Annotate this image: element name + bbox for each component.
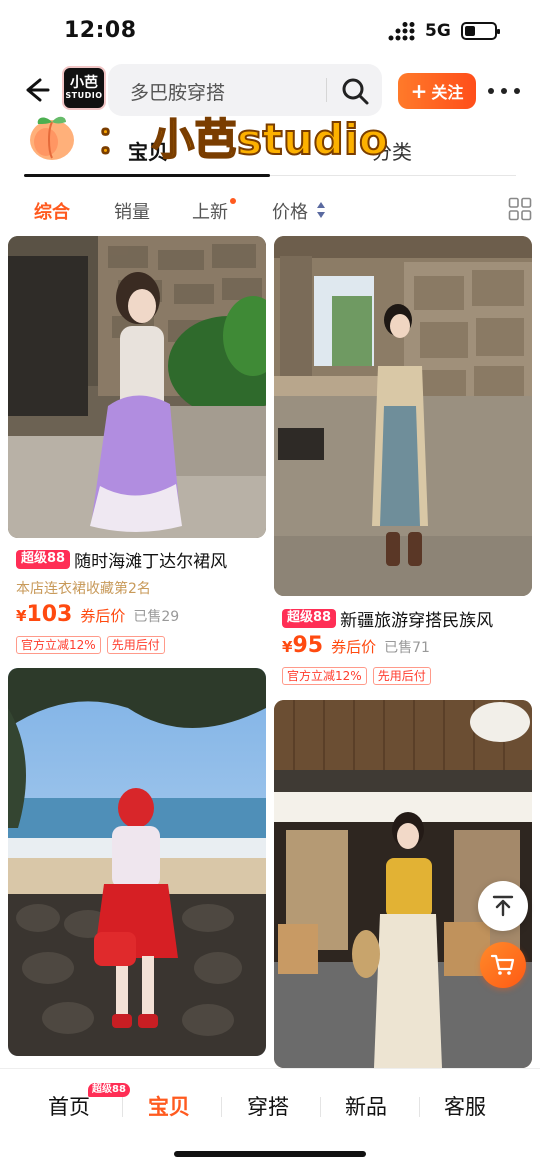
discount-tag: 官方立减12% xyxy=(282,667,367,686)
new-dot xyxy=(230,198,236,204)
search-divider xyxy=(326,78,327,102)
nav-separator xyxy=(221,1097,222,1117)
nav-separator xyxy=(419,1097,420,1117)
pay-later-tag: 先用后付 xyxy=(106,636,165,655)
product-ranking: 本店连衣裙收藏第2名 xyxy=(16,581,151,597)
product-title: 随时海滩丁达尔裙风 xyxy=(74,552,228,572)
price-row: ¥ 95 券后价 已售71 xyxy=(282,633,430,658)
sold-count: 已售71 xyxy=(384,640,430,656)
product-image[interactable] xyxy=(274,236,532,596)
back-icon[interactable] xyxy=(20,74,52,106)
tags-row: 官方立减12% 先用后付 xyxy=(282,667,431,686)
sort-new-label: 上新 xyxy=(192,202,228,223)
tab-items[interactable]: 宝贝 xyxy=(128,136,168,165)
price-row: ¥ 103 券后价 已售29 xyxy=(16,602,179,627)
signal-icon xyxy=(388,22,415,41)
sort-bar: 综合 销量 上新 价格 xyxy=(0,188,540,232)
tab-category[interactable]: 分类 xyxy=(372,136,412,165)
plus-icon: + xyxy=(410,79,428,103)
nav-items[interactable]: 宝贝 xyxy=(148,1091,190,1121)
discount-tag: 官方立减12% xyxy=(16,636,101,655)
grid-view-icon[interactable] xyxy=(508,197,532,221)
search-icon[interactable] xyxy=(340,76,370,106)
shop-logo[interactable]: 小芭 STUDIO xyxy=(62,66,106,110)
battery-icon xyxy=(461,22,500,40)
sort-price[interactable]: 价格 xyxy=(272,198,308,224)
follow-button[interactable]: + 关注 xyxy=(398,73,476,109)
cart-button[interactable] xyxy=(480,942,526,988)
product-title-row: 超级88 随时海滩丁达尔裙风 xyxy=(16,547,227,572)
home-indicator xyxy=(174,1151,366,1157)
price-label: 券后价 xyxy=(331,638,377,656)
currency: ¥ xyxy=(16,607,27,625)
pay-later-tag: 先用后付 xyxy=(372,667,431,686)
price: 103 xyxy=(26,602,73,627)
nav-customer-service[interactable]: 客服 xyxy=(444,1091,486,1121)
sort-new[interactable]: 上新 xyxy=(192,198,236,224)
promo-badge: 超级88 xyxy=(282,609,337,628)
tags-row: 官方立减12% 先用后付 xyxy=(16,636,165,655)
more-icon[interactable] xyxy=(488,78,520,104)
back-to-top-button[interactable] xyxy=(478,881,528,931)
product-photo xyxy=(8,236,266,538)
product-image[interactable] xyxy=(8,668,266,1056)
nav-home[interactable]: 首页 xyxy=(48,1091,90,1121)
nav-promo-badge: 超级88 xyxy=(88,1083,130,1097)
nav-new-arrivals[interactable]: 新品 xyxy=(345,1091,387,1121)
status-time: 12:08 xyxy=(64,18,137,43)
product-title-row: 超级88 新疆旅游穿搭民族风 xyxy=(282,606,493,631)
sort-comprehensive[interactable]: 综合 xyxy=(34,198,70,224)
status-bar: 12:08 5G xyxy=(0,0,540,60)
currency: ¥ xyxy=(282,638,293,656)
cart-icon xyxy=(490,954,515,975)
product-photo xyxy=(274,236,532,596)
nav-separator xyxy=(320,1097,321,1117)
nav-outfits[interactable]: 穿搭 xyxy=(247,1091,289,1121)
price-sort-icon[interactable] xyxy=(316,201,326,219)
shop-page: 12:08 5G 小芭 STUDIO 多巴胺穿搭 + 关注 宝贝 分类 ： 小芭… xyxy=(0,0,540,1168)
shop-logo-text: 小芭 xyxy=(70,75,98,91)
shop-logo-subtext: STUDIO xyxy=(65,91,103,100)
sort-sales[interactable]: 销量 xyxy=(114,198,150,224)
price: 95 xyxy=(292,633,324,658)
tab-track xyxy=(270,175,516,176)
follow-label: 关注 xyxy=(431,83,464,102)
network-label: 5G xyxy=(425,21,451,41)
price-label: 券后价 xyxy=(80,607,126,625)
back-to-top-icon xyxy=(492,895,514,917)
search-box[interactable]: 多巴胺穿搭 xyxy=(108,64,382,116)
top-tabs: 宝贝 分类 xyxy=(0,128,540,180)
search-query: 多巴胺穿搭 xyxy=(130,82,226,104)
nav-separator xyxy=(122,1097,123,1117)
product-title: 新疆旅游穿搭民族风 xyxy=(340,611,494,631)
tab-underline xyxy=(24,174,270,177)
sold-count: 已售29 xyxy=(133,609,180,625)
promo-badge: 超级88 xyxy=(16,550,71,569)
product-image[interactable] xyxy=(8,236,266,538)
product-photo xyxy=(8,668,266,1056)
